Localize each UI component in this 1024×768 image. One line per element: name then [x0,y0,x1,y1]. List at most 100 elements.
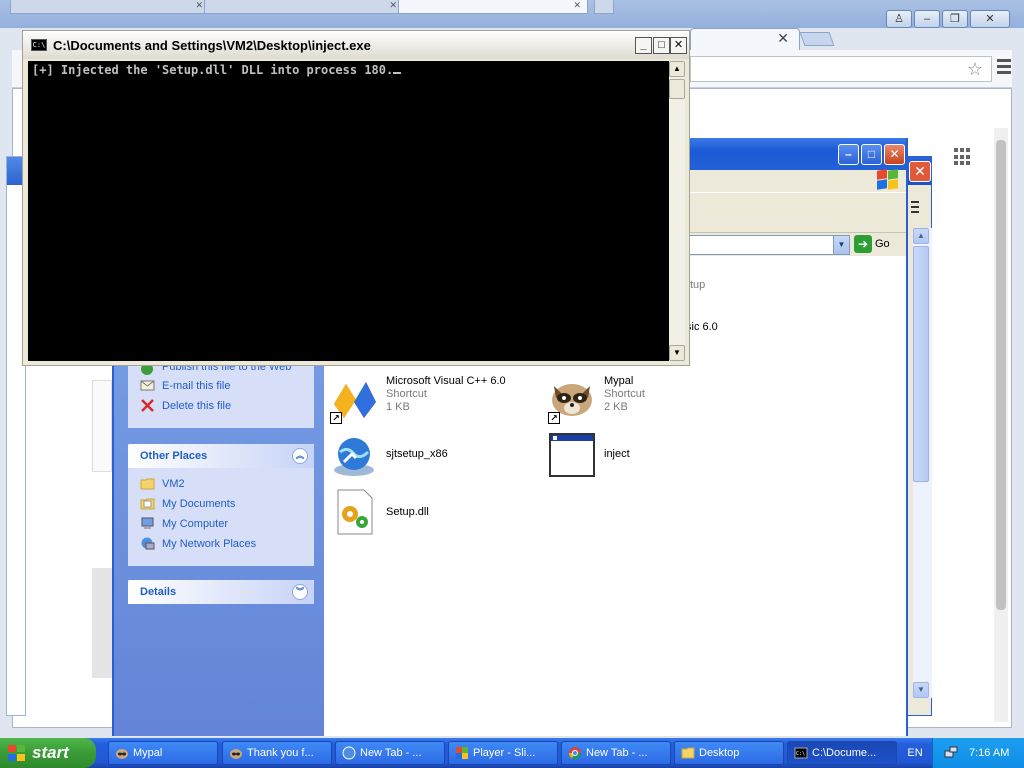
scroll-down-button[interactable]: ▼ [669,345,685,361]
collapse-chevron-icon[interactable]: ︽ [292,448,308,464]
chevron-down-icon[interactable]: ▼ [833,236,849,254]
delete-file-link[interactable]: Delete this file [128,396,314,416]
console-window: C:\ C:\Documents and Settings\VM2\Deskto… [22,30,690,366]
minimize-button[interactable]: _ [635,37,652,54]
player-icon [456,747,468,759]
application-window-icon [549,433,595,477]
go-button[interactable]: ➔ Go [854,235,904,255]
console-output-line: [+] Injected the 'Setup.dll' DLL into pr… [32,63,394,77]
browser-tab-active[interactable]: ✕ [690,28,800,50]
details-header[interactable]: Details ︾ [128,580,314,604]
scroll-up-button[interactable]: ▲ [669,61,685,77]
place-link-my-documents[interactable]: My Documents [128,494,314,514]
close-button[interactable]: ✕ [909,161,931,182]
delete-x-icon [141,399,154,412]
console-titlebar: C:\ C:\Documents and Settings\VM2\Deskto… [23,31,689,59]
browser-globe-icon [342,746,356,760]
expand-chevron-icon[interactable]: ︾ [292,584,308,600]
maximize-button[interactable]: □ [653,37,670,54]
close-button[interactable]: ✕ [670,37,687,54]
console-title: C:\Documents and Settings\VM2\Desktop\in… [53,38,371,53]
cmd-icon: C:\ [31,39,47,51]
shortcut-arrow-icon: ↗ [330,412,342,424]
file-item-msvc[interactable]: ↗ Microsoft Visual C++ 6.0 Shortcut 1 KB [330,374,530,426]
menu-icon[interactable] [997,59,1011,77]
browser-tab[interactable]: ✕ [398,0,588,14]
bookmark-star-icon[interactable]: ☆ [967,59,983,80]
clock[interactable]: 7:16 AM [969,747,1009,759]
cmd-icon: C:\ [794,747,808,759]
minimize-button[interactable]: – [838,144,859,165]
taskbar-button-desktop[interactable]: Desktop [674,741,784,765]
menu-icon[interactable] [911,201,919,216]
windows-logo-icon [874,168,900,190]
scroll-thumb[interactable] [913,246,929,482]
mypal-icon [116,749,128,759]
place-link-my-computer[interactable]: My Computer [128,514,314,534]
close-icon[interactable]: ✕ [389,0,397,11]
taskbar-button-new-tab-1[interactable]: New Tab - ... [335,741,445,765]
start-button[interactable]: start [0,738,96,768]
other-places-box: Other Places ︽ VM2 My Documents My Compu… [128,444,314,566]
place-link-my-network-places[interactable]: My Network Places [128,534,314,554]
close-button[interactable]: ✕ [884,144,905,165]
taskbar-button-mypal[interactable]: Mypal [108,741,218,765]
file-item-inject[interactable]: inject [548,432,748,484]
console-scrollbar[interactable]: ▲ ▼ [669,61,685,361]
browser-tabstrip: ✕ ✕ ✕ ♙ – ❐ ✕ [0,0,1024,28]
place-link-vm2[interactable]: VM2 [128,474,314,494]
svg-text:C:\: C:\ [796,751,805,757]
scroll-thumb[interactable] [669,79,685,99]
taskbar-button-player[interactable]: Player - Sli... [448,741,558,765]
computer-icon [141,517,154,529]
network-connection-icon[interactable] [943,745,959,761]
address-input[interactable]: ▼ [686,235,850,255]
maximize-button[interactable]: □ [861,144,882,165]
page-side-panel [92,568,112,678]
minimize-button[interactable]: – [914,10,940,28]
windows-logo-icon [8,745,26,761]
taskbar-button-console[interactable]: C:\ C:\Docume... [787,741,897,765]
new-tab-button[interactable] [799,32,835,46]
close-button[interactable]: ✕ [970,10,1010,28]
file-tasks-box: Publish this file to the Web E-mail this… [128,362,314,428]
shortcut-arrow-icon: ↗ [548,412,560,424]
browser-tab[interactable]: ✕ [10,0,210,14]
system-tray: 7:16 AM [932,738,1024,768]
taskbar-button-new-tab-2[interactable]: New Tab - ... [561,741,671,765]
text-cursor [393,72,402,74]
close-icon[interactable]: ✕ [195,0,203,11]
omnibox[interactable]: ☆ [690,56,992,82]
go-arrow-icon: ➔ [854,235,872,253]
file-item-mypal[interactable]: ↗ Mypal Shortcut 2 KB [548,374,748,426]
file-item-setup-dll[interactable]: Setup.dll [330,488,530,540]
folder-icon [140,478,155,490]
close-icon[interactable]: ✕ [777,30,789,47]
file-item-partial[interactable]: sic 6.0 [686,320,746,372]
file-item-sjtsetup[interactable]: sjtsetup_x86 [330,432,530,484]
taskbar-button-thank-you[interactable]: Thank you f... [222,741,332,765]
mypal-icon [230,749,242,759]
network-icon [141,537,155,550]
profile-icon[interactable]: ♙ [886,10,912,28]
details-box: Details ︾ [128,580,314,604]
language-indicator[interactable]: EN [900,738,930,768]
folder-icon [681,747,695,759]
email-icon [140,380,155,391]
close-icon[interactable]: ✕ [573,0,581,11]
maximize-button[interactable]: ❐ [942,10,968,28]
scroll-up-button[interactable]: ▲ [913,228,929,244]
other-places-header[interactable]: Other Places ︽ [128,444,314,468]
scroll-down-button[interactable]: ▼ [913,682,929,698]
new-tab-button[interactable] [594,0,614,14]
page-side-tab [92,380,112,472]
chrome-icon [569,747,581,760]
taskbar: start Mypal Thank you f... New Tab - ...… [0,738,1024,768]
documents-icon [140,498,155,510]
explorer-scrollbar[interactable]: ▲ ▼ [913,228,929,698]
email-file-link[interactable]: E-mail this file [128,376,314,396]
console-output-area[interactable]: [+] Injected the 'Setup.dll' DLL into pr… [28,61,669,361]
apps-grid-icon[interactable] [954,148,972,166]
browser-scrollbar[interactable] [994,128,1008,722]
browser-tab[interactable]: ✕ [204,0,404,14]
